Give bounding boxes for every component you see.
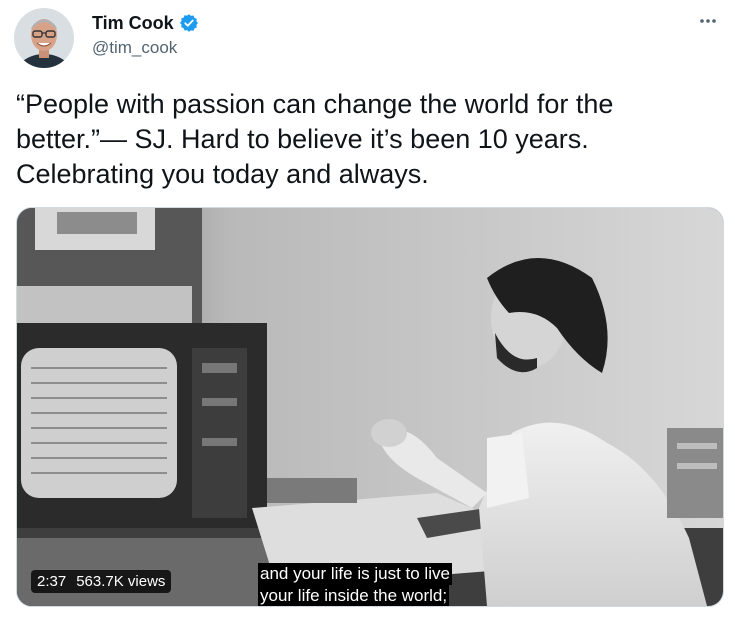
tweet-text: “People with passion can change the worl… [16,89,621,189]
verified-badge-icon [179,13,199,33]
author-display-name[interactable]: Tim Cook [92,13,174,34]
more-horizontal-icon [700,19,716,23]
author-name-row[interactable]: Tim Cook [92,12,199,34]
video-frame [17,208,723,606]
video-player[interactable]: 2:37 563.7K views and your life is just … [16,207,724,607]
author-handle[interactable]: @tim_cook [92,38,177,58]
video-views: 563.7K views [76,573,166,590]
caption-line: your life inside the world; [258,585,450,606]
video-stats-badge: 2:37 563.7K views [31,570,172,593]
video-duration: 2:37 [37,573,67,590]
more-options-button[interactable] [697,10,719,32]
caption-line: and your life is just to live [258,563,452,585]
video-captions: and your life is just to live your life … [258,563,452,606]
tweet-card: Tim Cook @tim_cook “People with passion … [0,0,735,617]
avatar[interactable] [14,8,74,68]
